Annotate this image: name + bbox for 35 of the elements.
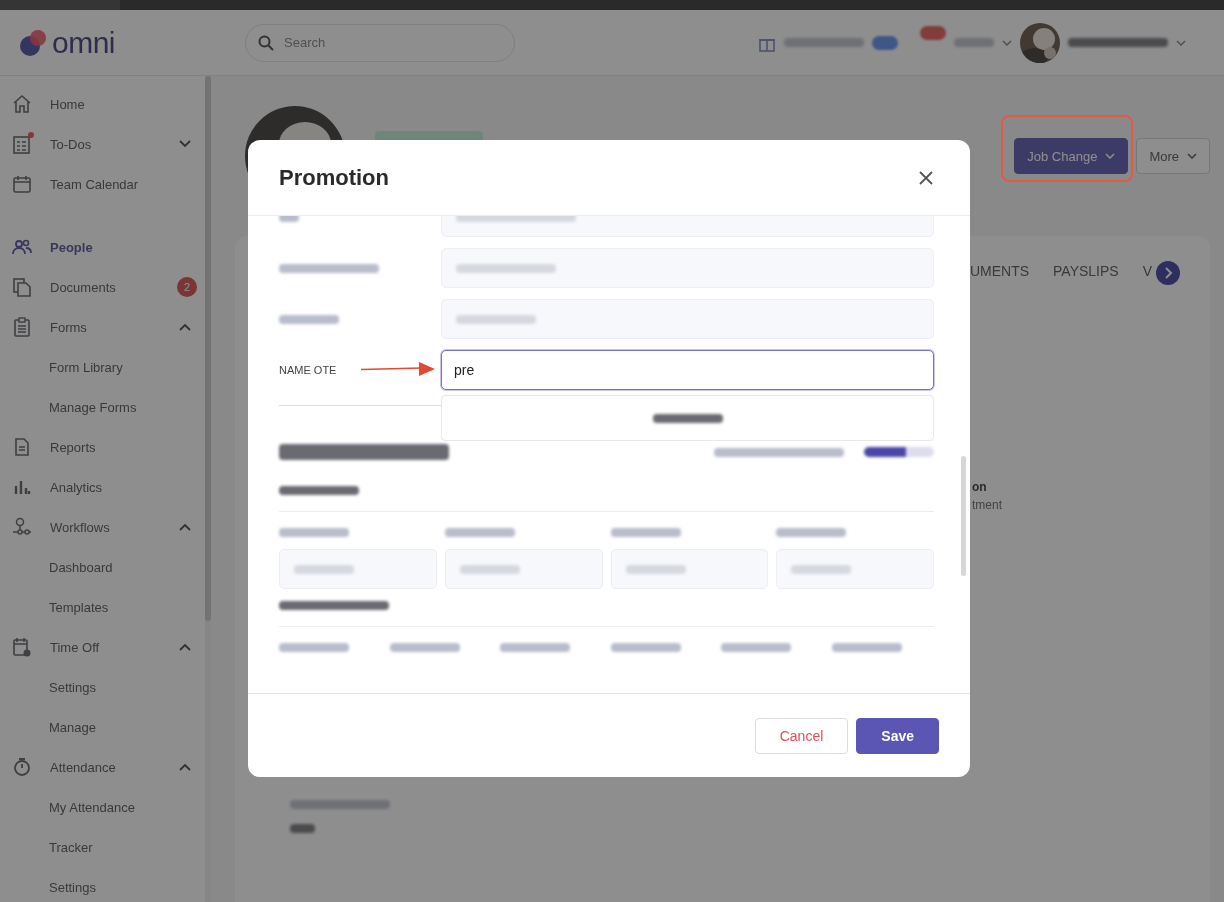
search-field[interactable]: Search — [245, 23, 515, 62]
tab[interactable]: UMENTS — [969, 263, 1030, 283]
sidebar-subitem[interactable]: Manage Forms — [0, 387, 205, 427]
sidebar-subitem[interactable]: Dashboard — [0, 547, 205, 587]
save-button[interactable]: Save — [856, 717, 939, 754]
cancel-button[interactable]: Cancel — [754, 717, 849, 754]
more-button[interactable]: More — [1136, 138, 1210, 174]
sidebar-subitem[interactable]: Settings — [0, 667, 205, 707]
job-change-button[interactable]: Job Change — [1014, 138, 1129, 174]
sidebar-subitem[interactable]: Form Library — [0, 347, 205, 387]
sidebar-subitem[interactable]: Templates — [0, 587, 205, 627]
sidebar-subitem[interactable]: Manage — [0, 707, 205, 747]
sidebar-item[interactable]: Documents 2 — [0, 267, 205, 307]
sidebar-item[interactable]: Reports — [0, 427, 205, 467]
sidebar-item[interactable]: Team Calendar — [0, 164, 205, 204]
sidebar-item[interactable]: Analytics — [0, 467, 205, 507]
field-label: NAME OTE — [279, 364, 337, 376]
tab[interactable]: V — [1142, 263, 1152, 283]
sidebar-subitem[interactable]: Settings — [0, 867, 205, 902]
sidebar-item[interactable]: Workflows — [0, 507, 205, 547]
sidebar-item[interactable]: Attendance — [0, 747, 205, 787]
input-field[interactable]: pre — [441, 350, 934, 390]
tab[interactable]: PAYSLIPS — [1053, 263, 1119, 283]
sidebar-item[interactable]: People — [0, 227, 205, 267]
info-text: tment — [972, 497, 1003, 514]
sidebar-subitem[interactable]: My Attendance — [0, 787, 205, 827]
logo-text: omni — [52, 25, 116, 60]
sidebar-subitem[interactable]: Tracker — [0, 827, 205, 867]
dialog-title: Promotion — [279, 164, 389, 191]
sidebar-item[interactable]: Time Off — [0, 627, 205, 667]
sidebar-item[interactable]: To-Dos — [0, 124, 205, 164]
info-text: on — [972, 479, 988, 496]
sidebar-item[interactable]: Forms — [0, 307, 205, 347]
sidebar-item[interactable]: Home — [0, 84, 205, 124]
count-badge: 2 — [177, 277, 197, 297]
